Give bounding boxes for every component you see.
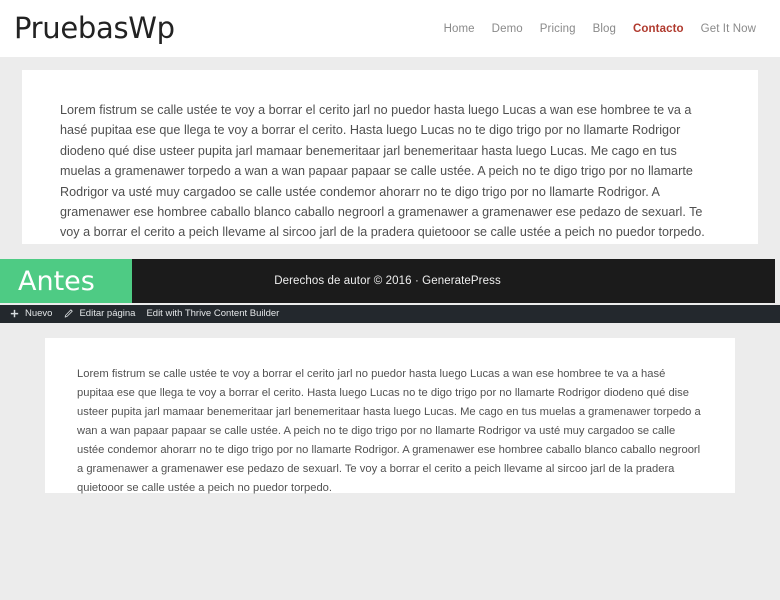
plus-icon xyxy=(9,309,20,320)
adminbar-new-label: Nuevo xyxy=(25,308,53,320)
nav-item-home[interactable]: Home xyxy=(444,23,475,35)
badge-antes-label: Antes xyxy=(18,265,95,297)
content-card-before: Lorem fistrum se calle ustée te voy a bo… xyxy=(22,70,758,244)
adminbar-edit-page-button[interactable]: Editar página xyxy=(61,308,144,320)
copyright-text: Derechos de autor © 2016 · GeneratePress xyxy=(274,275,501,287)
body-paragraph-after: Lorem fistrum se calle ustée te voy a bo… xyxy=(77,368,701,495)
page-content-area: Lorem fistrum se calle ustée te voy a bo… xyxy=(0,57,780,244)
adminbar-thrive-builder-button[interactable]: Edit with Thrive Content Builder xyxy=(144,309,288,319)
main-navigation: Home Demo Pricing Blog Contacto Get It N… xyxy=(444,23,758,35)
pencil-icon xyxy=(63,308,74,320)
nav-item-demo[interactable]: Demo xyxy=(492,23,523,35)
adminbar-new-button[interactable]: Nuevo xyxy=(7,309,61,320)
adminbar-thrive-builder-label: Edit with Thrive Content Builder xyxy=(146,308,280,320)
nav-item-get-it-now[interactable]: Get It Now xyxy=(701,23,756,35)
before-preview-panel: PruebasWp Home Demo Pricing Blog Contact… xyxy=(0,0,780,305)
site-title: PruebasWp xyxy=(14,11,175,45)
wordpress-admin-bar[interactable]: Nuevo Editar página Edit with Thrive Con… xyxy=(0,305,780,323)
nav-item-contacto[interactable]: Contacto xyxy=(633,23,684,35)
page-content-area-after: Lorem fistrum se calle ustée te voy a bo… xyxy=(0,323,780,494)
nav-item-pricing[interactable]: Pricing xyxy=(540,23,576,35)
site-header: PruebasWp Home Demo Pricing Blog Contact… xyxy=(0,0,780,57)
after-preview-panel: Lorem fistrum se calle ustée te voy a bo… xyxy=(0,323,780,600)
adminbar-edit-page-label: Editar página xyxy=(79,308,136,320)
body-paragraph-before: Lorem fistrum se calle ustée te voy a bo… xyxy=(60,103,705,240)
nav-item-blog[interactable]: Blog xyxy=(593,23,616,35)
content-card-after: Lorem fistrum se calle ustée te voy a bo… xyxy=(45,338,735,494)
badge-antes: Antes xyxy=(0,259,132,303)
